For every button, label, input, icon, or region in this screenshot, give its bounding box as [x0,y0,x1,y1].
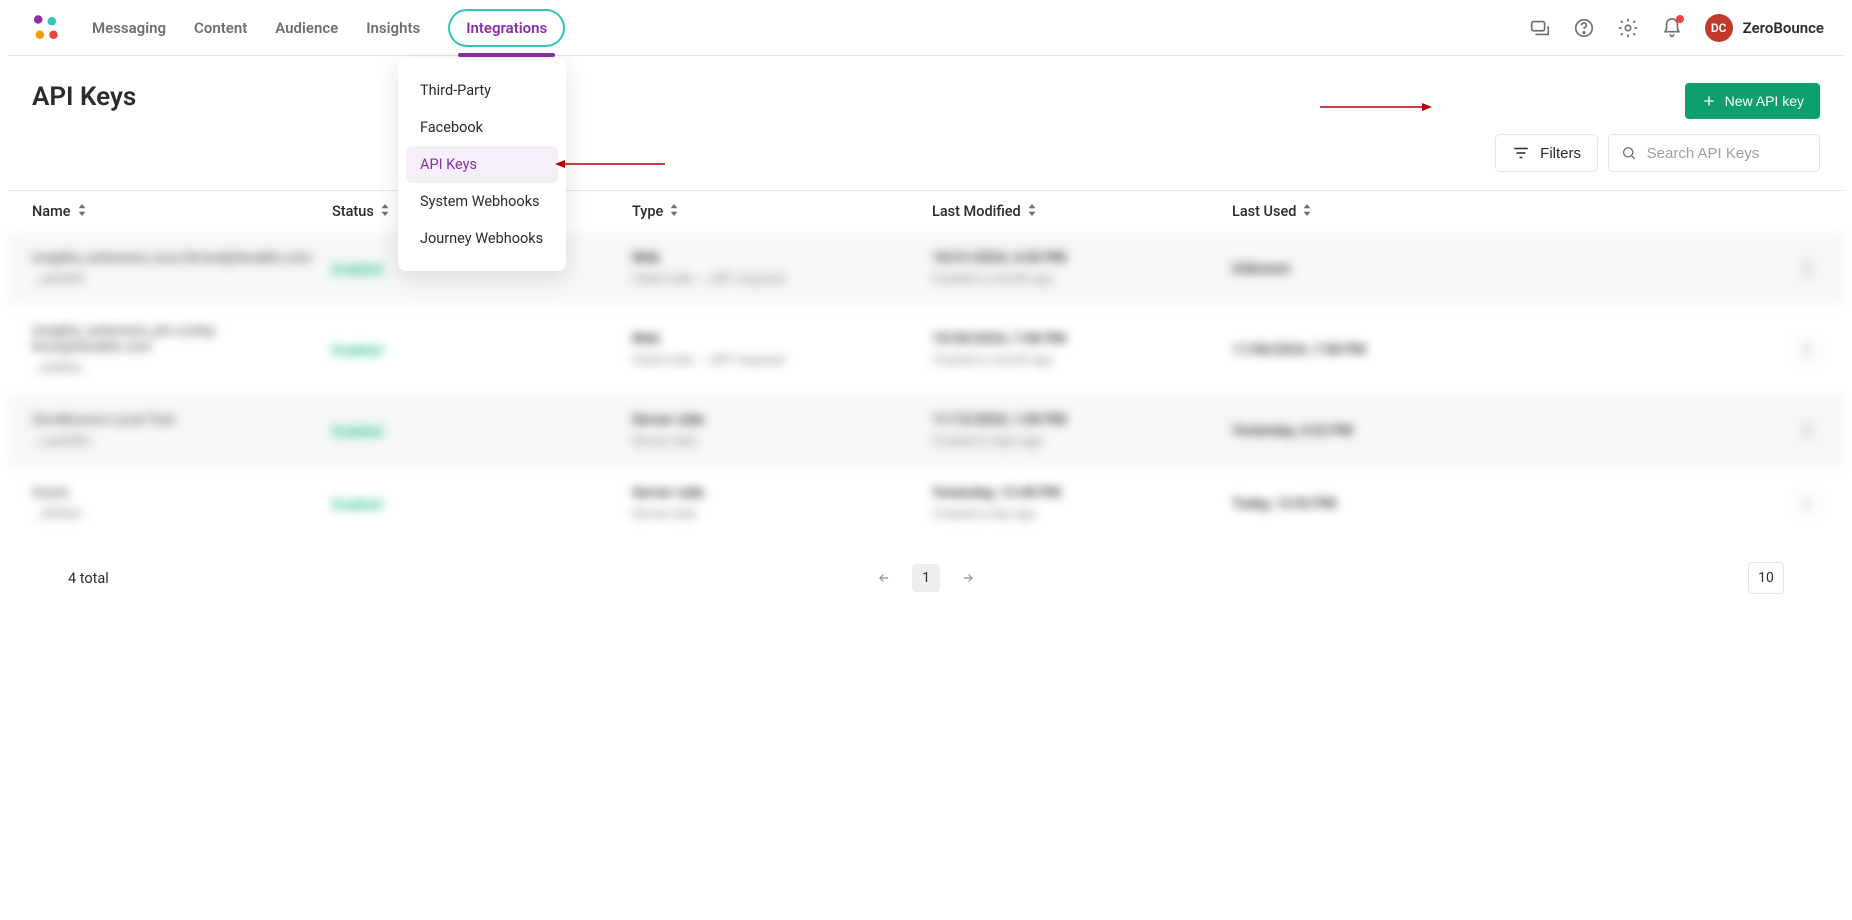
row-menu-button[interactable] [1794,418,1820,444]
page-prev[interactable] [870,564,898,592]
cell-type-line1: Web [632,250,932,266]
status-badge: Enabled [332,424,382,440]
cell-name-line1: insights_extension_jim.corley-linus@iter… [32,323,332,355]
nav-tab-integrations[interactable]: Integrations [448,9,565,47]
row-menu-button[interactable] [1794,491,1820,517]
arrow-right-icon [959,571,977,585]
sort-icon [1027,203,1037,220]
cell-modified-line2: Created 6 days ago [932,434,1232,449]
cell-type-line2: Client-side – JWT required [632,272,932,287]
nav-tab-insights[interactable]: Insights [366,13,420,43]
cell-used: 11/06/2024, 7:08 PM [1232,342,1760,358]
cell-modified-line1: 11/12/2024, 1:06 PM [932,412,1232,428]
dropdown-item-api-keys[interactable]: API Keys [406,146,558,183]
page: API Keys New API key Filters [8,56,1844,172]
dropdown-item-journey-webhooks[interactable]: Journey Webhooks [406,220,558,257]
kebab-icon [1805,262,1809,276]
cell-name-line1: ZeroBounce Local Test [32,412,332,428]
sort-icon [380,203,390,220]
cell-type-line1: Web [632,331,932,347]
dropdown-item-system-webhooks[interactable]: System Webhooks [406,183,558,220]
cell-modified-line1: 10/30/2024, 7:08 PM [932,331,1232,347]
col-type[interactable]: Type [632,203,932,220]
dropdown-item-facebook[interactable]: Facebook [406,109,558,146]
table-row[interactable]: insights_extension_luca.ferrari@iterable… [8,232,1844,305]
search-wrap [1608,134,1820,172]
arrow-left-icon [875,571,893,585]
table-row[interactable]: insights_extension_jim.corley-linus@iter… [8,305,1844,394]
status-badge: Enabled [332,262,382,278]
table-row[interactable]: ZeroBounce Local Test …caa946h Enabled Se… [8,394,1844,467]
cell-name-line1: insights_extension_luca.ferrari@iterable… [32,250,332,266]
cell-type-line2: Server-side [632,507,932,522]
new-api-key-button[interactable]: New API key [1685,83,1820,119]
cell-modified-line2: Created a day ago [932,507,1232,522]
cell-type-line2: Server-side [632,434,932,449]
row-menu-button[interactable] [1794,337,1820,363]
page-title: API Keys [32,82,136,112]
col-last-modified[interactable]: Last Modified [932,203,1232,220]
sort-icon [77,203,87,220]
top-nav: Messaging Content Audience Insights Inte… [8,0,1844,56]
pagination: 1 [870,564,982,592]
cell-name-line2: …a04b0c [32,361,332,376]
sort-icon [1302,203,1312,220]
messages-icon[interactable] [1529,17,1551,39]
page-size-select[interactable]: 10 [1748,562,1784,594]
filters-button[interactable]: Filters [1495,134,1598,172]
col-name[interactable]: Name [32,203,332,220]
account-menu[interactable]: DC ZeroBounce [1705,14,1824,42]
status-badge: Enabled [332,497,382,513]
new-api-key-label: New API key [1725,93,1804,109]
dropdown-item-third-party[interactable]: Third-Party [406,72,558,109]
bell-icon[interactable] [1661,17,1683,39]
kebab-icon [1805,424,1809,438]
table-row[interactable]: Hosts …3008a1 Enabled Server-side Server-s… [8,467,1844,540]
api-keys-table: Name Status Type Last Modified Last Used… [8,190,1844,616]
total-count: 4 total [68,570,109,587]
status-badge: Enabled [332,343,382,359]
cell-name-line2: …caa946h [32,434,332,449]
nav-right: DC ZeroBounce [1529,14,1824,42]
cell-used: Today, 12:03 PM [1232,496,1760,512]
table-footer: 4 total 1 10 [8,540,1844,616]
plus-icon [1701,93,1717,109]
cell-name-line1: Hosts [32,485,332,501]
cell-name-line2: …3008a1 [32,507,332,522]
page-next[interactable] [954,564,982,592]
avatar: DC [1705,14,1733,42]
cell-name-line2: …ae4a09 [32,272,332,287]
integrations-dropdown: Third-Party Facebook API Keys System Web… [398,58,566,271]
cell-modified-line2: Created a month ago [932,272,1232,287]
nav-tab-content[interactable]: Content [194,13,247,43]
row-menu-button[interactable] [1794,256,1820,282]
cell-modified-line2: Created a month ago [932,353,1232,368]
account-name: ZeroBounce [1743,19,1824,37]
table-header: Name Status Type Last Modified Last Used [8,191,1844,232]
cell-used: Yesterday, 4:22 PM [1232,423,1760,439]
search-icon [1621,144,1637,162]
page-current[interactable]: 1 [912,564,940,592]
cell-modified-line1: Yesterday, 12:48 PM [932,485,1232,501]
table-body: insights_extension_luca.ferrari@iterable… [8,232,1844,540]
nav-tabs: Messaging Content Audience Insights Inte… [92,9,565,47]
nav-tab-messaging[interactable]: Messaging [92,13,166,43]
cell-modified-line1: 10/31/2024, 4:30 PM [932,250,1232,266]
kebab-icon [1805,497,1809,511]
nav-tab-audience[interactable]: Audience [275,13,338,43]
cell-type-line1: Server-side [632,412,932,428]
gear-icon[interactable] [1617,17,1639,39]
cell-type-line2: Client-side – JWT required [632,353,932,368]
logo-icon [28,11,62,45]
cell-used: Unknown [1232,261,1760,277]
col-last-used[interactable]: Last Used [1232,203,1760,220]
filter-icon [1512,146,1530,160]
filters-label: Filters [1540,145,1581,162]
sort-icon [669,203,679,220]
search-input[interactable] [1645,144,1807,163]
help-icon[interactable] [1573,17,1595,39]
kebab-icon [1805,343,1809,357]
cell-type-line1: Server-side [632,485,932,501]
